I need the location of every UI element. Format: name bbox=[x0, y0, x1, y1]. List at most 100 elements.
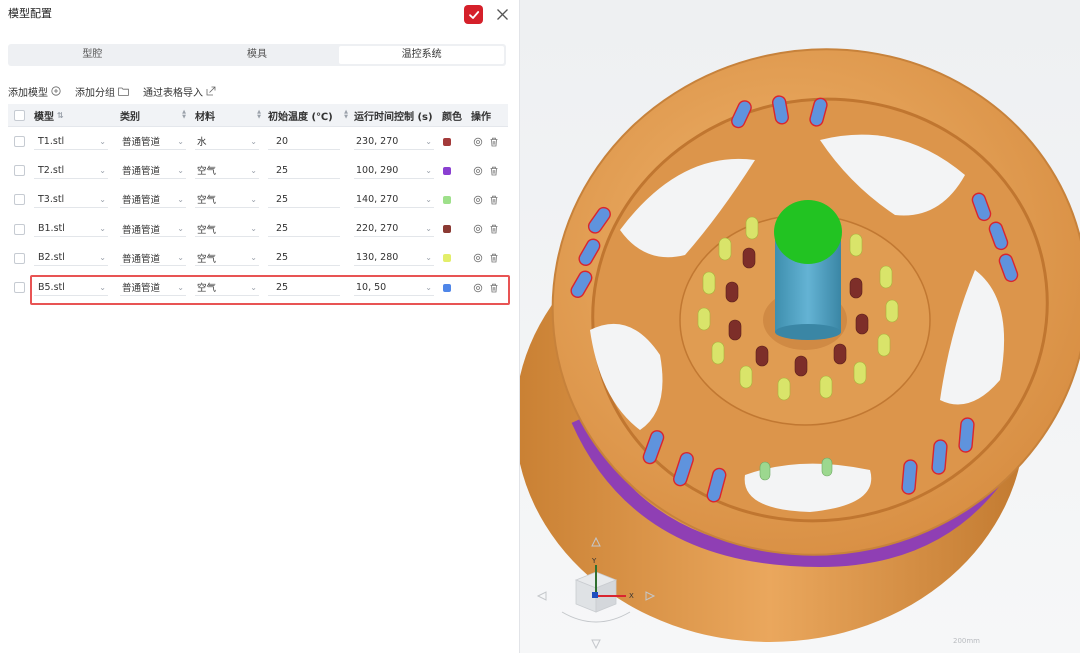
runtime-select[interactable]: 130, 280 ⌄ bbox=[354, 250, 434, 267]
material-select[interactable]: 空气 ⌄ bbox=[195, 280, 259, 296]
sort-category-icon[interactable]: ▲ ▼ bbox=[182, 110, 186, 120]
header-model[interactable]: 模型 ⇅ bbox=[34, 104, 64, 126]
header-color: 颜色 bbox=[442, 104, 462, 126]
table-row[interactable]: T2.stl ⌄ 普通管道 ⌄ 空气 ⌄ 25 100, 290 ⌄ bbox=[8, 156, 508, 185]
color-swatch[interactable] bbox=[443, 166, 451, 175]
init-temp-input[interactable]: 25 bbox=[268, 250, 340, 267]
init-temp-cell: 20 bbox=[268, 127, 344, 156]
init-temp-cell: 25 bbox=[268, 156, 344, 185]
row-checkbox[interactable] bbox=[14, 194, 25, 206]
row-checkbox[interactable] bbox=[14, 136, 25, 148]
material-select[interactable]: 空气 ⌄ bbox=[195, 192, 259, 208]
trash-icon[interactable] bbox=[489, 195, 499, 205]
chevron-down-icon: ⌄ bbox=[177, 194, 184, 204]
trash-icon[interactable] bbox=[489, 137, 499, 147]
model-select[interactable]: B5.stl ⌄ bbox=[34, 280, 108, 296]
tab-temperature-control[interactable]: 温控系统 bbox=[339, 46, 505, 64]
color-swatch[interactable] bbox=[443, 137, 451, 146]
category-select[interactable]: 普通管道 ⌄ bbox=[120, 192, 186, 208]
category-select[interactable]: 普通管道 ⌄ bbox=[120, 221, 186, 238]
select-all-checkbox[interactable] bbox=[14, 109, 25, 121]
category-select[interactable]: 普通管道 ⌄ bbox=[120, 163, 186, 179]
row-checkbox[interactable] bbox=[14, 252, 25, 264]
category-select[interactable]: 普通管道 ⌄ bbox=[120, 134, 186, 150]
settings-icon[interactable] bbox=[473, 137, 483, 147]
category-select[interactable]: 普通管道 ⌄ bbox=[120, 280, 186, 296]
wheel-model-view[interactable]: Y X bbox=[520, 0, 1080, 653]
model-select[interactable]: T2.stl ⌄ bbox=[34, 163, 108, 179]
confirm-button[interactable] bbox=[464, 5, 483, 24]
model-select[interactable]: T1.stl ⌄ bbox=[34, 134, 108, 150]
runtime-select[interactable]: 220, 270 ⌄ bbox=[354, 221, 434, 238]
table-row[interactable]: T1.stl ⌄ 普通管道 ⌄ 水 ⌄ 20 230, 270 ⌄ bbox=[8, 127, 508, 156]
table-row[interactable]: B2.stl ⌄ 普通管道 ⌄ 空气 ⌄ 25 130, 280 ⌄ bbox=[8, 244, 508, 273]
trash-icon[interactable] bbox=[489, 253, 499, 263]
chevron-down-icon: ⌄ bbox=[177, 253, 184, 263]
category-select-cell: 普通管道 ⌄ bbox=[120, 215, 186, 244]
table-row[interactable]: B5.stl ⌄ 普通管道 ⌄ 空气 ⌄ 25 10, 50 ⌄ bbox=[8, 273, 508, 302]
model-select[interactable]: B1.stl ⌄ bbox=[34, 221, 108, 238]
runtime-select[interactable]: 140, 270 ⌄ bbox=[354, 192, 434, 208]
rotate-left-icon[interactable] bbox=[536, 591, 547, 601]
add-model-button[interactable]: 添加模型 bbox=[8, 84, 61, 99]
material-select-cell: 空气 ⌄ bbox=[195, 215, 261, 244]
trash-icon[interactable] bbox=[489, 224, 499, 234]
settings-icon[interactable] bbox=[473, 195, 483, 205]
color-swatch[interactable] bbox=[443, 195, 451, 204]
import-table-label: 通过表格导入 bbox=[143, 87, 203, 99]
material-value: 空气 bbox=[197, 166, 217, 178]
color-swatch[interactable] bbox=[443, 283, 451, 292]
color-cell bbox=[443, 215, 451, 244]
material-select[interactable]: 空气 ⌄ bbox=[195, 250, 259, 267]
color-cell bbox=[443, 273, 451, 302]
runtime-select[interactable]: 10, 50 ⌄ bbox=[354, 280, 434, 296]
header-runtime: 运行时间控制 (s) bbox=[354, 104, 433, 126]
add-group-button[interactable]: 添加分组 bbox=[75, 84, 129, 99]
runtime-value: 10, 50 bbox=[356, 281, 387, 293]
model-select[interactable]: B2.stl ⌄ bbox=[34, 250, 108, 267]
trash-icon[interactable] bbox=[489, 166, 499, 176]
3d-viewport[interactable]: Y X 200mm bbox=[520, 0, 1080, 653]
row-checkbox[interactable] bbox=[14, 165, 25, 177]
row-checkbox-cell bbox=[14, 156, 25, 185]
action-bar: 添加模型 添加分组 通过表格导入 bbox=[8, 83, 230, 99]
settings-icon[interactable] bbox=[473, 224, 483, 234]
sort-material-icon[interactable]: ▲ ▼ bbox=[257, 110, 261, 120]
chevron-down-icon: ⌄ bbox=[99, 136, 106, 146]
category-select[interactable]: 普通管道 ⌄ bbox=[120, 250, 186, 267]
model-value: B2.stl bbox=[38, 252, 65, 264]
header-init-temp-label: 初始温度 (℃) bbox=[268, 111, 333, 123]
material-select[interactable]: 空气 ⌄ bbox=[195, 163, 259, 179]
settings-icon[interactable] bbox=[473, 253, 483, 263]
runtime-select[interactable]: 100, 290 ⌄ bbox=[354, 163, 434, 179]
tab-mold[interactable]: 模具 bbox=[175, 46, 340, 64]
material-select[interactable]: 水 ⌄ bbox=[195, 134, 259, 150]
settings-icon[interactable] bbox=[473, 166, 483, 176]
runtime-select[interactable]: 230, 270 ⌄ bbox=[354, 134, 434, 150]
import-table-button[interactable]: 通过表格导入 bbox=[143, 84, 216, 99]
table-row[interactable]: B1.stl ⌄ 普通管道 ⌄ 空气 ⌄ 25 220, 270 ⌄ bbox=[8, 215, 508, 244]
table-row[interactable]: T3.stl ⌄ 普通管道 ⌄ 空气 ⌄ 25 140, 270 ⌄ bbox=[8, 185, 508, 214]
table-body: T1.stl ⌄ 普通管道 ⌄ 水 ⌄ 20 230, 270 ⌄ T2.stl… bbox=[8, 127, 508, 302]
sort-temp-icon[interactable]: ▲ ▼ bbox=[344, 110, 348, 120]
material-select[interactable]: 空气 ⌄ bbox=[195, 221, 259, 238]
material-value: 空气 bbox=[197, 224, 217, 236]
runtime-cell: 220, 270 ⌄ bbox=[354, 215, 434, 244]
init-temp-input[interactable]: 25 bbox=[268, 192, 340, 208]
init-temp-input[interactable]: 25 bbox=[268, 280, 340, 296]
trash-icon[interactable] bbox=[489, 283, 499, 293]
init-temp-input[interactable]: 20 bbox=[268, 134, 340, 150]
init-temp-input[interactable]: 25 bbox=[268, 221, 340, 238]
header-ops-label: 操作 bbox=[471, 111, 491, 123]
close-button[interactable] bbox=[492, 4, 512, 24]
color-swatch[interactable] bbox=[443, 225, 451, 234]
model-select[interactable]: T3.stl ⌄ bbox=[34, 192, 108, 208]
color-swatch[interactable] bbox=[443, 254, 451, 263]
row-checkbox[interactable] bbox=[14, 223, 25, 235]
init-temp-input[interactable]: 25 bbox=[268, 163, 340, 179]
sort-icon[interactable]: ⇅ bbox=[57, 111, 64, 120]
rotate-down-icon[interactable] bbox=[591, 639, 601, 650]
row-checkbox[interactable] bbox=[14, 282, 25, 294]
tab-cavity[interactable]: 型腔 bbox=[10, 46, 175, 64]
settings-icon[interactable] bbox=[473, 283, 483, 293]
